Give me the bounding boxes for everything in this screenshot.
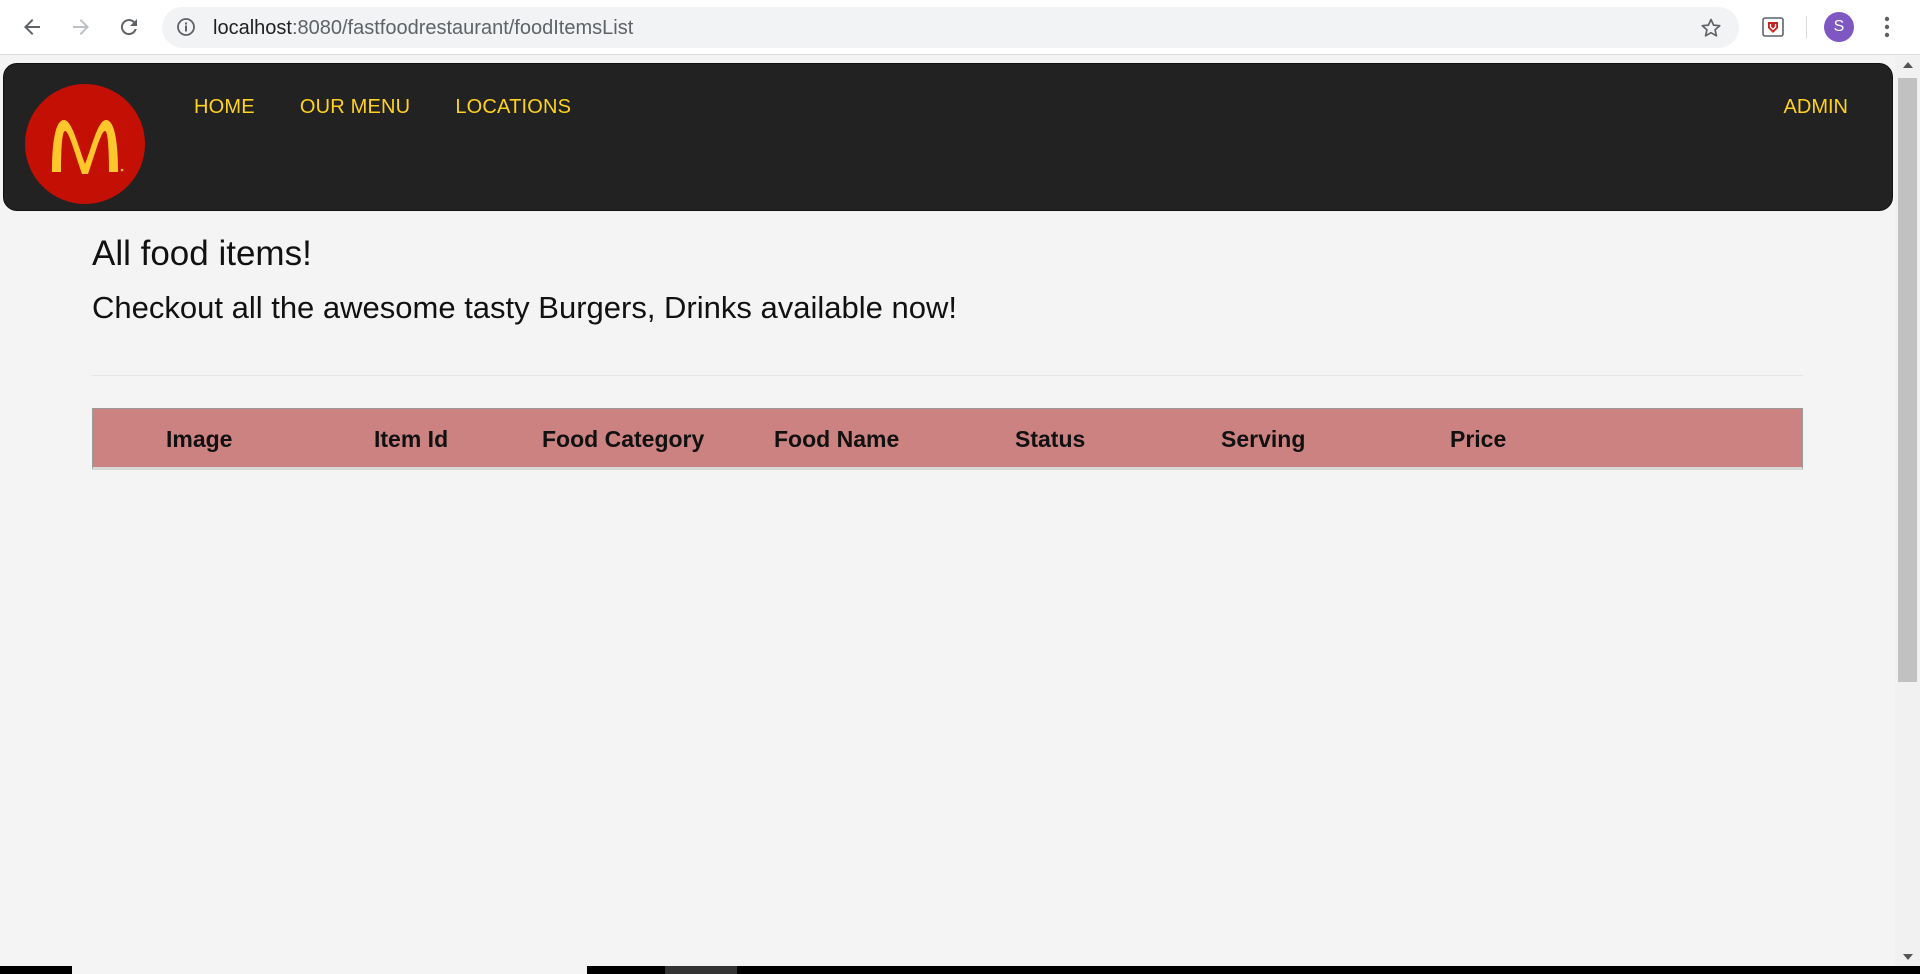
page-subtitle: Checkout all the awesome tasty Burgers, … [92, 290, 957, 325]
scroll-up-arrow-icon[interactable] [1903, 62, 1913, 68]
scroll-down-arrow-icon[interactable] [1903, 954, 1913, 960]
toolbar-separator [1806, 16, 1807, 38]
brand-logo[interactable] [25, 84, 145, 204]
reload-icon [120, 19, 137, 36]
extension-icon[interactable] [1761, 15, 1785, 39]
divider [92, 375, 1803, 376]
column-header-serving: Serving [1221, 426, 1306, 452]
browser-toolbar: localhost:8080/fastfoodrestaurant/foodIt… [0, 0, 1920, 55]
column-header-food-name: Food Name [774, 426, 900, 452]
column-header-status: Status [1015, 426, 1086, 452]
info-icon[interactable] [176, 17, 196, 37]
golden-arches-icon [52, 120, 124, 174]
vertical-scrollbar[interactable] [1895, 56, 1920, 966]
nav-link-our-menu[interactable]: OUR MENU [300, 96, 411, 119]
url-text[interactable]: localhost:8080/fastfoodrestaurant/foodIt… [213, 17, 633, 40]
column-header-food-category: Food Category [542, 426, 705, 452]
column-header-price: Price [1450, 426, 1507, 452]
scrollbar-thumb[interactable] [1898, 78, 1917, 682]
reload-button[interactable] [112, 10, 146, 44]
column-header-image: Image [166, 426, 233, 452]
column-header-item-id: Item Id [374, 426, 449, 452]
back-button[interactable] [15, 10, 49, 44]
taskbar-segment [72, 966, 587, 974]
page-viewport: HOME OUR MENU LOCATIONS ADMIN All food i… [0, 56, 1895, 966]
bookmark-star-icon[interactable] [1699, 16, 1723, 40]
forward-button[interactable] [64, 10, 98, 44]
address-bar[interactable]: localhost:8080/fastfoodrestaurant/foodIt… [162, 7, 1739, 48]
taskbar-strip [0, 966, 1920, 974]
site-navbar: HOME OUR MENU LOCATIONS ADMIN [3, 63, 1893, 211]
nav-link-locations[interactable]: LOCATIONS [455, 96, 571, 119]
taskbar-segment [665, 966, 737, 974]
nav-link-home[interactable]: HOME [194, 96, 255, 119]
nav-link-admin[interactable]: ADMIN [1784, 96, 1848, 119]
page-title: All food items! [92, 234, 312, 273]
food-items-table-header: Image Item Id Food Category Food Name St… [92, 408, 1803, 470]
profile-avatar[interactable]: S [1824, 12, 1854, 42]
arrow-right-icon [73, 19, 89, 35]
nav-links: HOME OUR MENU LOCATIONS [194, 96, 571, 119]
arrow-left-icon [24, 19, 40, 35]
more-vert-icon[interactable] [1877, 13, 1897, 41]
